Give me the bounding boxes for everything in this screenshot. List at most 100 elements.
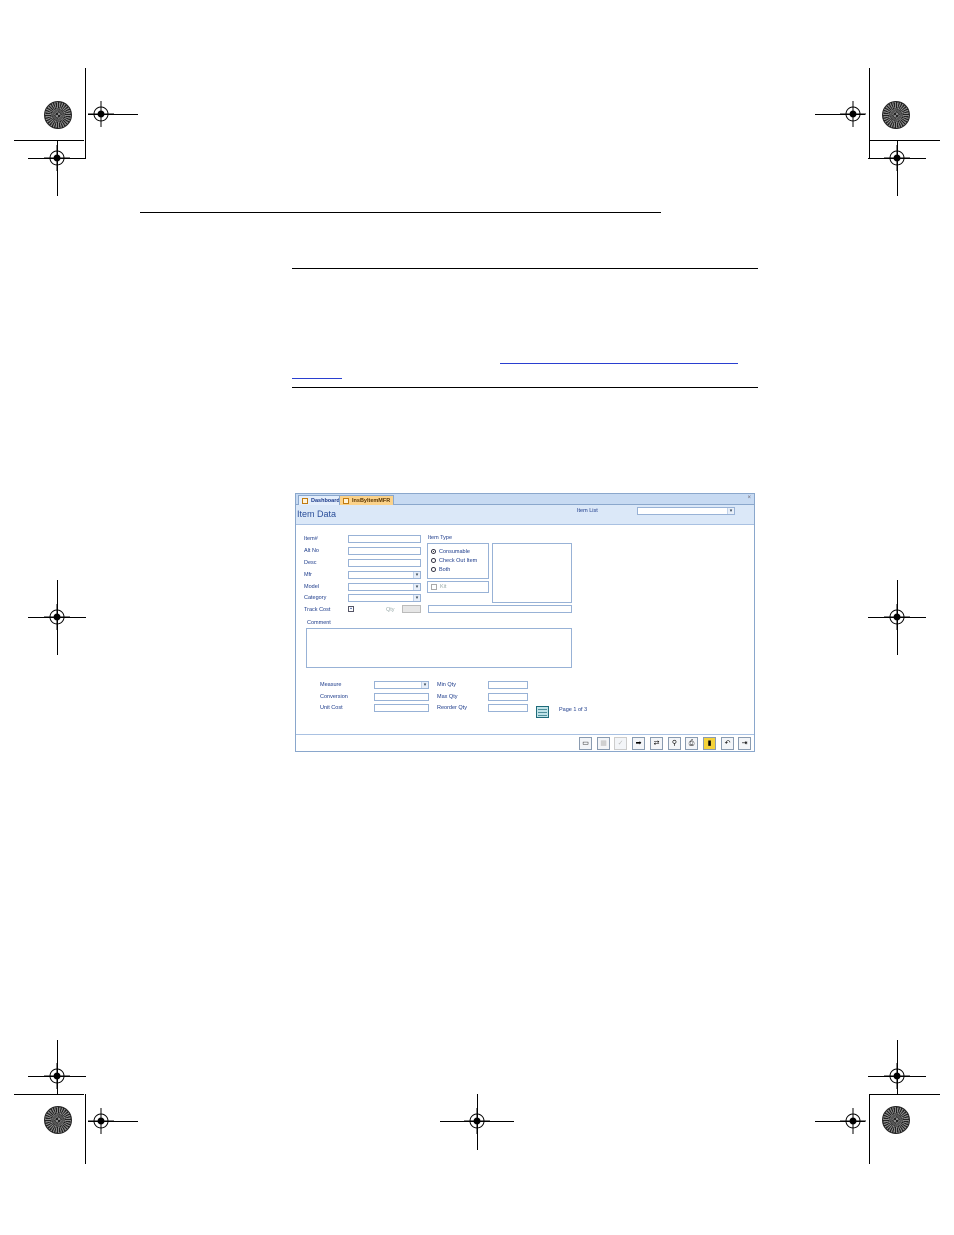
min-qty-label: Min Qty	[437, 682, 456, 688]
undo-icon[interactable]: ↶	[721, 737, 734, 750]
crop-line	[815, 1121, 865, 1122]
item-label: Item#	[304, 536, 318, 542]
form-icon	[343, 498, 349, 504]
qty-label: Qty	[386, 607, 395, 613]
item-type-label: Item Type	[428, 535, 453, 541]
tab-dashboard[interactable]: Dashboard	[298, 495, 344, 505]
page-info: Page 1 of 3	[559, 707, 588, 713]
both-radio[interactable]	[431, 567, 436, 572]
check-out-item-label: Check Out Item	[439, 558, 478, 564]
form-header: Item Data Item List ▾	[296, 505, 754, 525]
item-type-group: Consumable Check Out Item Both	[427, 543, 489, 579]
qty-field[interactable]	[402, 605, 421, 613]
measure-combo[interactable]: ▾	[374, 681, 429, 689]
track-cost-label: Track Cost	[304, 607, 331, 613]
crop-line	[897, 1040, 898, 1094]
next-arrow-icon[interactable]: ➡	[632, 737, 645, 750]
item-data-window: Dashboard InsByItemMFR × Item Data Item …	[295, 493, 755, 752]
note-bottom-rule	[292, 387, 758, 388]
crop-line	[88, 1121, 138, 1122]
chevron-down-icon[interactable]: ▾	[413, 584, 420, 590]
unit-cost-label: Unit Cost	[320, 705, 343, 711]
mfr-label: Mfr	[304, 572, 312, 578]
crop-line	[815, 114, 865, 115]
hyperlink-underline[interactable]	[500, 363, 738, 364]
crop-line	[14, 140, 84, 141]
min-qty-field[interactable]	[488, 681, 528, 689]
unit-cost-field[interactable]	[374, 704, 429, 712]
model-combo[interactable]: ▾	[348, 583, 421, 591]
crop-line	[88, 114, 138, 115]
note-top-rule	[292, 268, 758, 269]
crop-line	[14, 1094, 84, 1095]
crop-line	[897, 140, 898, 196]
crop-line	[477, 1094, 478, 1150]
tab-label: Dashboard	[311, 498, 340, 504]
registration-star-icon	[882, 101, 910, 129]
desc-field[interactable]	[348, 559, 421, 567]
kit-checkbox[interactable]	[431, 584, 437, 590]
comment-field[interactable]	[306, 628, 572, 668]
crop-line	[868, 617, 926, 618]
form-title: Item Data	[297, 509, 337, 519]
document-tab-bar: Dashboard InsByItemMFR ×	[296, 494, 754, 505]
check-out-item-radio[interactable]	[431, 558, 436, 563]
crop-line	[870, 1094, 940, 1095]
crop-line	[57, 1040, 58, 1094]
conversion-field[interactable]	[374, 693, 429, 701]
exit-icon[interactable]: ⇥	[738, 737, 751, 750]
chevron-down-icon[interactable]: ▾	[727, 508, 734, 514]
crop-line	[28, 158, 86, 159]
consumable-label: Consumable	[439, 549, 470, 555]
reorder-qty-field[interactable]	[488, 704, 528, 712]
crop-line	[28, 617, 86, 618]
chevron-down-icon[interactable]: ▾	[421, 682, 428, 688]
item-number-field[interactable]	[348, 535, 421, 543]
registration-star-icon	[44, 101, 72, 129]
crop-line	[869, 1094, 870, 1164]
hyperlink-underline[interactable]	[292, 378, 342, 379]
notes-field[interactable]	[428, 605, 572, 613]
both-label: Both	[439, 567, 451, 573]
registration-star-icon	[44, 1106, 72, 1134]
print-icon[interactable]: ⎙	[685, 737, 698, 750]
crop-line	[868, 158, 926, 159]
alt-no-field[interactable]	[348, 547, 421, 555]
crop-line	[28, 1076, 86, 1077]
track-cost-checkbox[interactable]: ▪	[348, 606, 354, 612]
item-list-label: Item List	[577, 508, 598, 514]
new-record-icon[interactable]: ▭	[579, 737, 592, 750]
crop-line	[869, 68, 870, 158]
chevron-down-icon[interactable]: ▾	[413, 595, 420, 601]
consumable-radio[interactable]	[431, 549, 436, 554]
tab-label: InsByItemMFR	[352, 498, 391, 504]
registration-star-icon	[882, 1106, 910, 1134]
mfr-combo[interactable]: ▾	[348, 571, 421, 579]
alt-no-label: Alt No	[304, 548, 319, 554]
header-rule	[140, 212, 661, 213]
checkmark-icon[interactable]: ✓	[614, 737, 627, 750]
kit-label: Kit	[440, 584, 447, 590]
crop-line	[85, 68, 86, 158]
comment-label: Comment	[307, 620, 331, 626]
max-qty-label: Max Qty	[437, 694, 458, 700]
reorder-qty-label: Reorder Qty	[437, 705, 467, 711]
search-icon[interactable]: ⚲	[668, 737, 681, 750]
chevron-down-icon[interactable]: ▾	[413, 572, 420, 578]
close-icon[interactable]: ×	[747, 495, 751, 501]
record-toolbar: ▭ ▦ ✓ ➡ ⇄ ⚲ ⎙ ▮ ↶ ⇥	[296, 734, 754, 751]
measure-label: Measure	[320, 682, 342, 688]
page-sheet-icon[interactable]	[536, 706, 549, 718]
transfer-icon[interactable]: ⇄	[650, 737, 663, 750]
max-qty-field[interactable]	[488, 693, 528, 701]
category-combo[interactable]: ▾	[348, 594, 421, 602]
delete-icon[interactable]: ▮	[703, 737, 716, 750]
crop-line	[868, 1076, 926, 1077]
crop-line	[57, 140, 58, 196]
category-label: Category	[304, 595, 327, 601]
tab-insbyitemmfr[interactable]: InsByItemMFR	[339, 495, 395, 505]
model-label: Model	[304, 584, 319, 590]
calendar-icon[interactable]: ▦	[597, 737, 610, 750]
item-list-combo[interactable]: ▾	[637, 507, 735, 515]
crop-line	[85, 1094, 86, 1164]
